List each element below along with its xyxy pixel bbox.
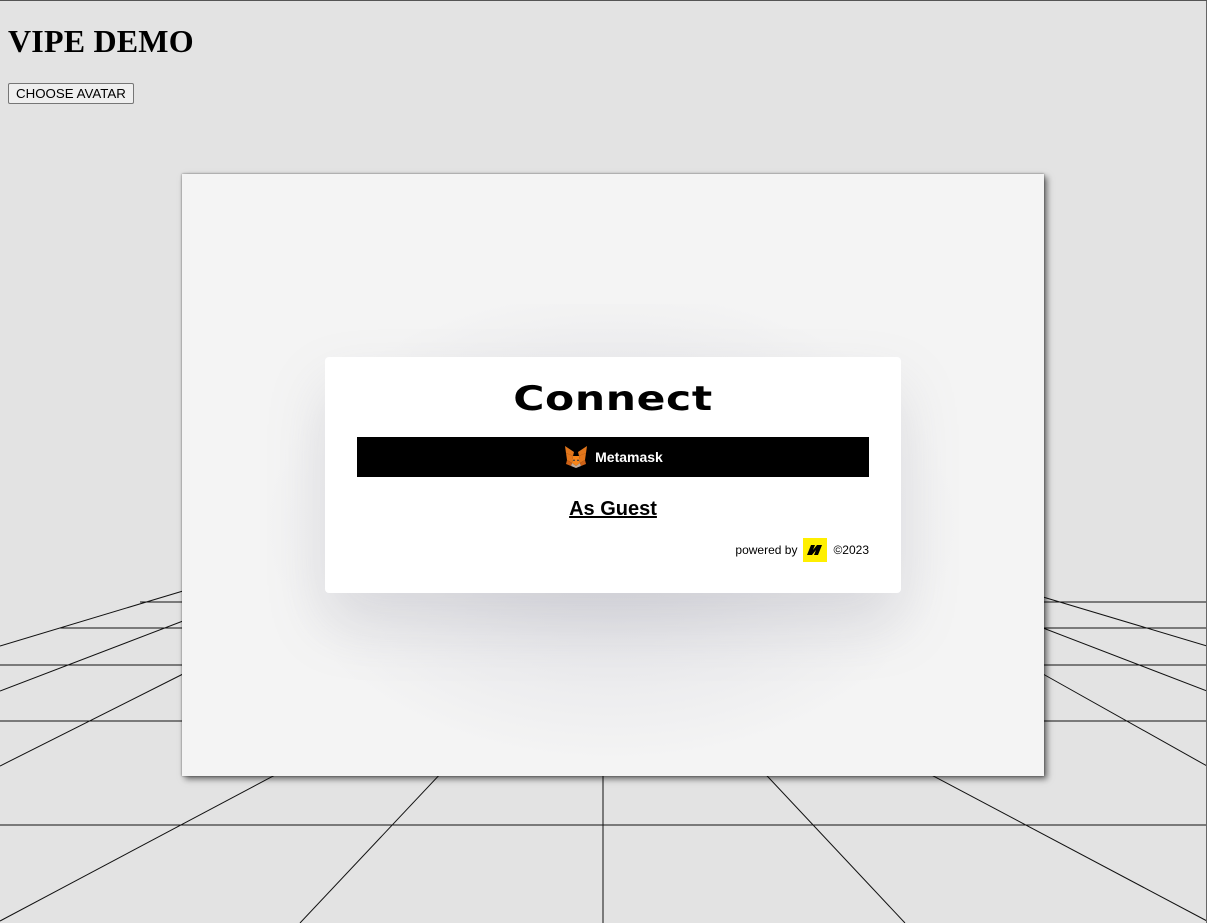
metamask-label: Metamask (595, 449, 663, 465)
brand-logo-icon (803, 538, 828, 562)
metamask-button[interactable]: Metamask (357, 437, 869, 477)
connect-title: Connect (513, 379, 713, 419)
page-title: VIPE DEMO (8, 23, 194, 59)
powered-by-footer: powered by ©2023 (735, 538, 869, 562)
powered-by-text: powered by (735, 543, 798, 557)
connect-card: Connect Metamask As Guest powered by ©20… (325, 357, 901, 593)
choose-avatar-button[interactable]: CHOOSE AVATAR (8, 83, 134, 104)
fox-icon (563, 444, 589, 470)
connect-viewport: Connect Metamask As Guest powered by ©20… (182, 174, 1044, 776)
copyright-text: ©2023 (833, 543, 869, 557)
as-guest-link[interactable]: As Guest (325, 498, 901, 521)
